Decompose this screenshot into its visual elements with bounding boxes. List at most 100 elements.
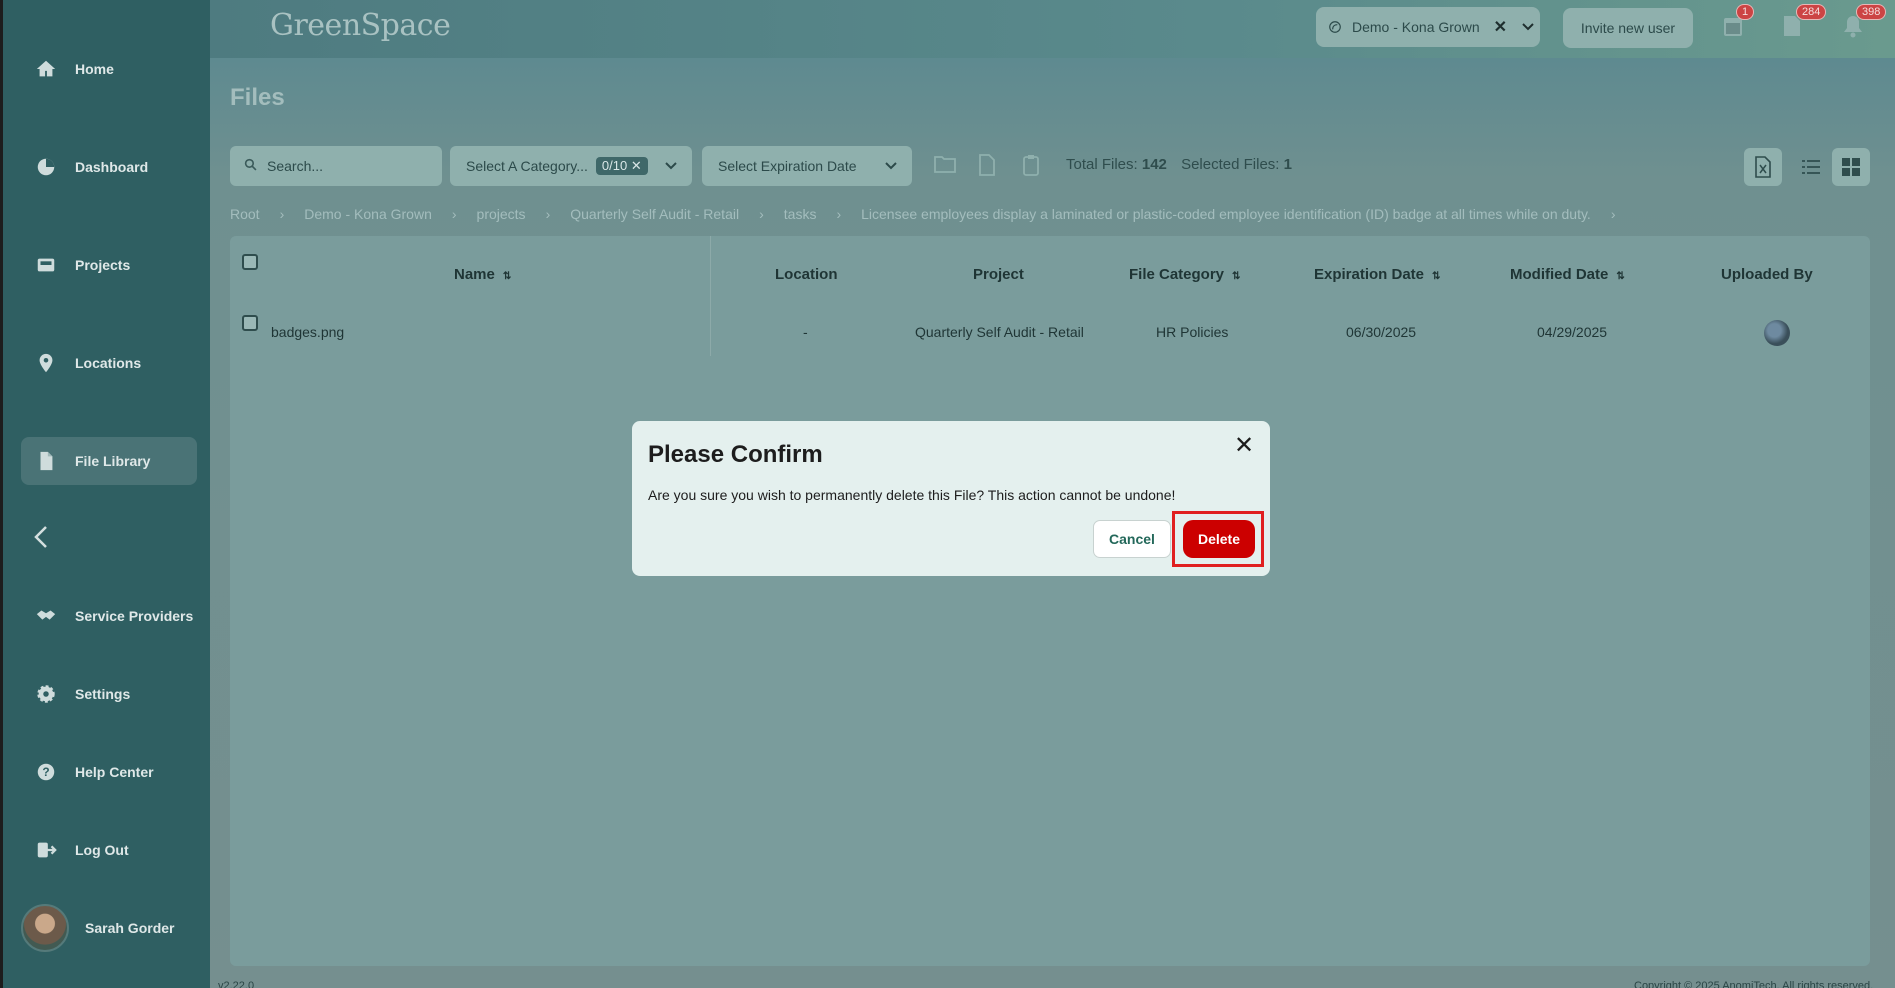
pie-chart-icon: [35, 156, 57, 178]
inbox-icon: [35, 254, 57, 276]
dialog-title: Please Confirm: [648, 441, 823, 468]
chevron-right-icon: ›: [279, 206, 285, 222]
file-counts: Total Files: 142 Selected Files: 1: [1066, 156, 1292, 173]
sidebar-item-label: Log Out: [75, 842, 129, 858]
sidebar-item-service-providers[interactable]: Service Providers: [21, 592, 197, 640]
file-name[interactable]: badges.png: [271, 324, 344, 340]
user-name: Sarah Gorder: [85, 920, 175, 936]
chevron-down-icon[interactable]: [1521, 19, 1535, 35]
topbar: GreenSpace Demo - Kona Grown ✕ Invite ne…: [210, 0, 1895, 58]
new-folder-icon[interactable]: [934, 154, 956, 178]
bell-icon[interactable]: 398: [1842, 4, 1887, 40]
collapse-sidebar-icon[interactable]: [31, 524, 53, 550]
column-header-file-category[interactable]: File Category ⇅: [1129, 266, 1240, 283]
breadcrumb: Root › Demo - Kona Grown › projects › Quart…: [230, 206, 1636, 222]
expiration-date-select[interactable]: Select Expiration Date: [702, 146, 912, 186]
sidebar-item-home[interactable]: Home: [21, 45, 197, 93]
clipboard-icon[interactable]: [1022, 154, 1044, 178]
excel-icon: [1755, 156, 1771, 178]
gear-icon: [35, 683, 57, 705]
tenant-name: Demo - Kona Grown: [1352, 19, 1480, 35]
invite-user-button[interactable]: Invite new user: [1563, 8, 1693, 48]
breadcrumb-item[interactable]: Quarterly Self Audit - Retail: [570, 206, 739, 222]
files-table: Name ⇅ Location Project File Category ⇅ Ex…: [230, 236, 1870, 966]
user-profile[interactable]: Sarah Gorder: [21, 904, 174, 952]
clear-tenant-icon[interactable]: ✕: [1494, 17, 1507, 37]
chevron-right-icon: ›: [451, 206, 457, 222]
category-count-pill[interactable]: 0/10 ✕: [595, 157, 648, 175]
notifications-badge: 398: [1856, 4, 1887, 20]
documents-icon[interactable]: 284: [1782, 4, 1827, 40]
sidebar-item-label: Projects: [75, 257, 131, 273]
sidebar-item-label: Settings: [75, 686, 131, 702]
list-view-button[interactable]: [1792, 148, 1830, 186]
sidebar-item-label: Locations: [75, 355, 142, 371]
uploader-avatar: [1764, 320, 1790, 346]
breadcrumb-item[interactable]: Demo - Kona Grown: [304, 206, 432, 222]
breadcrumb-item[interactable]: Licensee employees display a laminated o…: [861, 206, 1591, 222]
sidebar-item-label: Home: [75, 61, 114, 77]
category-select[interactable]: Select A Category... 0/10 ✕: [450, 146, 692, 186]
calendar-icon[interactable]: 1: [1722, 4, 1755, 40]
row-checkbox[interactable]: [242, 315, 258, 331]
chevron-down-icon: [664, 158, 678, 174]
sidebar-item-label: Service Providers: [75, 608, 194, 624]
column-header-expiration-date[interactable]: Expiration Date ⇅: [1314, 266, 1440, 283]
sidebar-item-dashboard[interactable]: Dashboard: [21, 143, 197, 191]
sidebar: Home Dashboard Projects Locations File L…: [0, 0, 210, 988]
calendar-badge: 1: [1736, 4, 1755, 20]
sort-icon: ⇅: [1232, 271, 1241, 282]
avatar: [21, 904, 69, 952]
list-icon: [1802, 160, 1820, 174]
cancel-button[interactable]: Cancel: [1093, 520, 1171, 558]
file-expiration: 06/30/2025: [1346, 324, 1417, 340]
file-location: -: [803, 324, 808, 340]
column-header-name[interactable]: Name ⇅: [454, 266, 511, 283]
home-icon: [35, 58, 57, 80]
sidebar-item-projects[interactable]: Projects: [21, 241, 197, 289]
delete-highlight: Delete: [1172, 511, 1264, 567]
svg-text:?: ?: [42, 765, 49, 779]
grid-icon: [1842, 158, 1860, 176]
expiration-label: Select Expiration Date: [718, 158, 857, 174]
sidebar-item-log-out[interactable]: Log Out: [21, 826, 197, 874]
selected-files: 1: [1283, 156, 1292, 173]
documents-badge: 284: [1796, 4, 1827, 20]
chevron-right-icon: ›: [1610, 206, 1616, 222]
select-all-checkbox[interactable]: [242, 254, 258, 270]
file-icon: [35, 450, 57, 472]
breadcrumb-item[interactable]: projects: [477, 206, 526, 222]
sort-icon: ⇅: [1432, 271, 1441, 282]
export-excel-button[interactable]: [1744, 148, 1782, 186]
leaf-icon: [1329, 21, 1341, 33]
sidebar-item-file-library[interactable]: File Library: [21, 437, 197, 485]
grid-view-button[interactable]: [1832, 148, 1870, 186]
column-header-modified-date[interactable]: Modified Date ⇅: [1510, 266, 1625, 283]
version-label: v2.22.0: [218, 980, 255, 988]
close-icon[interactable]: ✕: [1232, 432, 1256, 459]
new-file-icon[interactable]: [978, 154, 1000, 178]
sidebar-item-label: Help Center: [75, 764, 154, 780]
sidebar-item-locations[interactable]: Locations: [21, 339, 197, 387]
total-files: 142: [1141, 156, 1167, 173]
search-icon: [244, 158, 257, 174]
breadcrumb-item[interactable]: tasks: [784, 206, 817, 222]
sort-icon: ⇅: [1616, 271, 1625, 282]
delete-button[interactable]: Delete: [1183, 520, 1255, 558]
page-title: Files: [230, 84, 285, 111]
tenant-selector[interactable]: Demo - Kona Grown ✕: [1316, 7, 1540, 47]
sidebar-item-help-center[interactable]: ? Help Center: [21, 748, 197, 796]
search-input[interactable]: Search...: [230, 146, 442, 186]
search-placeholder: Search...: [267, 158, 324, 174]
logo: GreenSpace: [270, 8, 451, 43]
sidebar-item-label: Dashboard: [75, 159, 149, 175]
dialog-message: Are you sure you wish to permanently del…: [648, 487, 1176, 503]
file-project: Quarterly Self Audit - Retail: [915, 324, 1084, 340]
breadcrumb-item[interactable]: Root: [230, 206, 260, 222]
map-pin-icon: [35, 352, 57, 374]
column-header-uploaded-by: Uploaded By: [1721, 266, 1813, 283]
sidebar-item-settings[interactable]: Settings: [21, 670, 197, 718]
confirm-dialog: Please Confirm ✕ Are you sure you wish t…: [632, 421, 1270, 576]
file-category: HR Policies: [1156, 324, 1229, 340]
chevron-right-icon: ›: [759, 206, 764, 222]
